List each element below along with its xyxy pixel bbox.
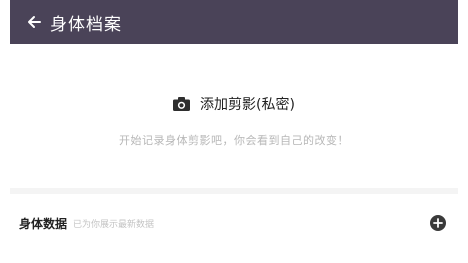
page-title: 身体档案 <box>50 14 122 35</box>
section-divider <box>10 188 458 194</box>
camera-icon <box>173 97 191 111</box>
add-clip-hint: 开始记录身体剪影吧，你会看到自己的改变！ <box>119 134 349 147</box>
body-data-row: 身体数据 已为你展示最新数据 <box>10 208 458 238</box>
add-body-data-button[interactable] <box>430 215 446 231</box>
body-data-title: 身体数据 <box>19 216 68 231</box>
body-data-subtitle: 已为你展示最新数据 <box>73 219 155 230</box>
back-button[interactable] <box>24 12 44 32</box>
add-clip-label: 添加剪影(私密) <box>200 97 295 113</box>
plus-circle-icon <box>433 218 443 228</box>
body-profile-page: 身体档案 添加剪影(私密) 开始记录身体剪影吧，你会看到自己的改变！ 身体数据 … <box>0 0 468 263</box>
app-header: 身体档案 <box>10 0 458 44</box>
add-clip-button[interactable]: 添加剪影(私密) <box>0 94 468 114</box>
back-arrow-icon <box>28 16 41 28</box>
